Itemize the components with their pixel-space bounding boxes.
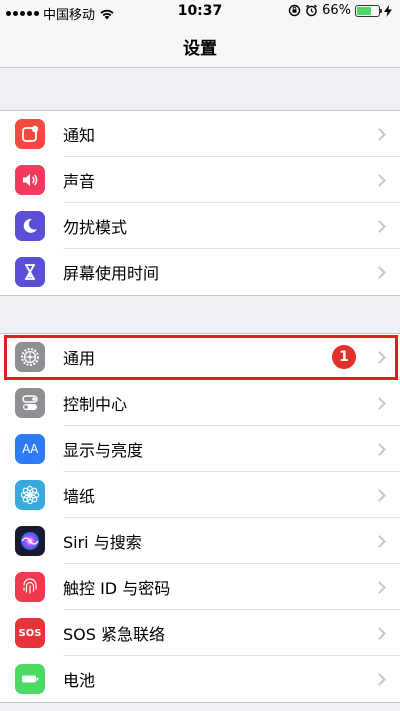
settings-row-screen-time[interactable]: 屏幕使用时间 (0, 249, 400, 295)
settings-row-do-not-disturb[interactable]: 勿扰模式 (0, 203, 400, 249)
sos-icon: SOS (15, 618, 45, 648)
chevron-right-icon (373, 626, 386, 640)
settings-row-notifications[interactable]: 通知 (0, 111, 400, 157)
battery-percentage: 66% (322, 3, 351, 18)
do-not-disturb-moon-icon (15, 211, 45, 241)
notifications-icon (15, 119, 45, 149)
control-center-icon (15, 388, 45, 418)
general-gear-icon (15, 342, 45, 372)
chevron-right-icon (373, 265, 386, 279)
settings-row-control-center[interactable]: 控制中心 (0, 380, 400, 426)
chevron-right-icon (373, 396, 386, 410)
settings-row-touch-id-passcode[interactable]: 触控 ID 与密码 (0, 564, 400, 610)
chevron-right-icon (373, 672, 386, 686)
alarm-icon (306, 4, 318, 17)
page-title: 设置 (183, 39, 217, 59)
screen-time-hourglass-icon (15, 257, 45, 287)
navigation-bar: 设置 (0, 24, 400, 68)
settings-row-label: 声音 (63, 172, 96, 191)
chevron-right-icon (373, 488, 386, 502)
settings-group-2: 通用 1 控制中心 AA 显示与亮度 墙纸 Siri 与搜索 触控 ID 与密码… (0, 333, 400, 703)
settings-row-siri-search[interactable]: Siri 与搜索 (0, 518, 400, 564)
status-right: 66% (288, 3, 392, 18)
settings-row-label: 显示与亮度 (63, 441, 144, 460)
chevron-right-icon (373, 534, 386, 548)
settings-row-general[interactable]: 通用 1 (0, 334, 400, 380)
settings-row-emergency-sos[interactable]: SOS SOS 紧急联络 (0, 610, 400, 656)
rotation-lock-icon (288, 4, 301, 17)
touch-id-fingerprint-icon (15, 572, 45, 602)
siri-icon (15, 526, 45, 556)
update-badge: 1 (332, 345, 356, 369)
chevron-right-icon (373, 580, 386, 594)
chevron-right-icon (373, 350, 386, 364)
settings-row-display-brightness[interactable]: AA 显示与亮度 (0, 426, 400, 472)
chevron-right-icon (373, 173, 386, 187)
settings-row-label: SOS 紧急联络 (63, 625, 165, 644)
battery-icon (15, 664, 45, 694)
battery-icon (355, 4, 382, 17)
display-brightness-icon: AA (15, 434, 45, 464)
settings-row-label: Siri 与搜索 (63, 533, 142, 552)
settings-row-label: 勿扰模式 (63, 218, 128, 237)
status-bar: 中国移动 10:37 66% (0, 0, 400, 24)
settings-row-label: 触控 ID 与密码 (63, 579, 171, 598)
charging-bolt-icon (384, 4, 392, 17)
chevron-right-icon (373, 442, 386, 456)
settings-row-label: 墙纸 (63, 487, 96, 506)
settings-row-label: 通知 (63, 126, 96, 145)
wallpaper-flower-icon (15, 480, 45, 510)
sos-icon-text: SOS (18, 627, 42, 639)
settings-row-label: 电池 (63, 671, 96, 690)
settings-group-1: 通知 声音 勿扰模式 屏幕使用时间 (0, 110, 400, 296)
settings-row-label: 屏幕使用时间 (63, 264, 160, 283)
settings-row-wallpaper[interactable]: 墙纸 (0, 472, 400, 518)
sounds-icon (15, 165, 45, 195)
chevron-right-icon (373, 219, 386, 233)
display-icon-text: AA (22, 442, 38, 456)
chevron-right-icon (373, 127, 386, 141)
settings-row-sounds[interactable]: 声音 (0, 157, 400, 203)
settings-row-label: 控制中心 (63, 395, 128, 414)
settings-row-label: 通用 (63, 349, 96, 368)
settings-row-battery[interactable]: 电池 (0, 656, 400, 702)
